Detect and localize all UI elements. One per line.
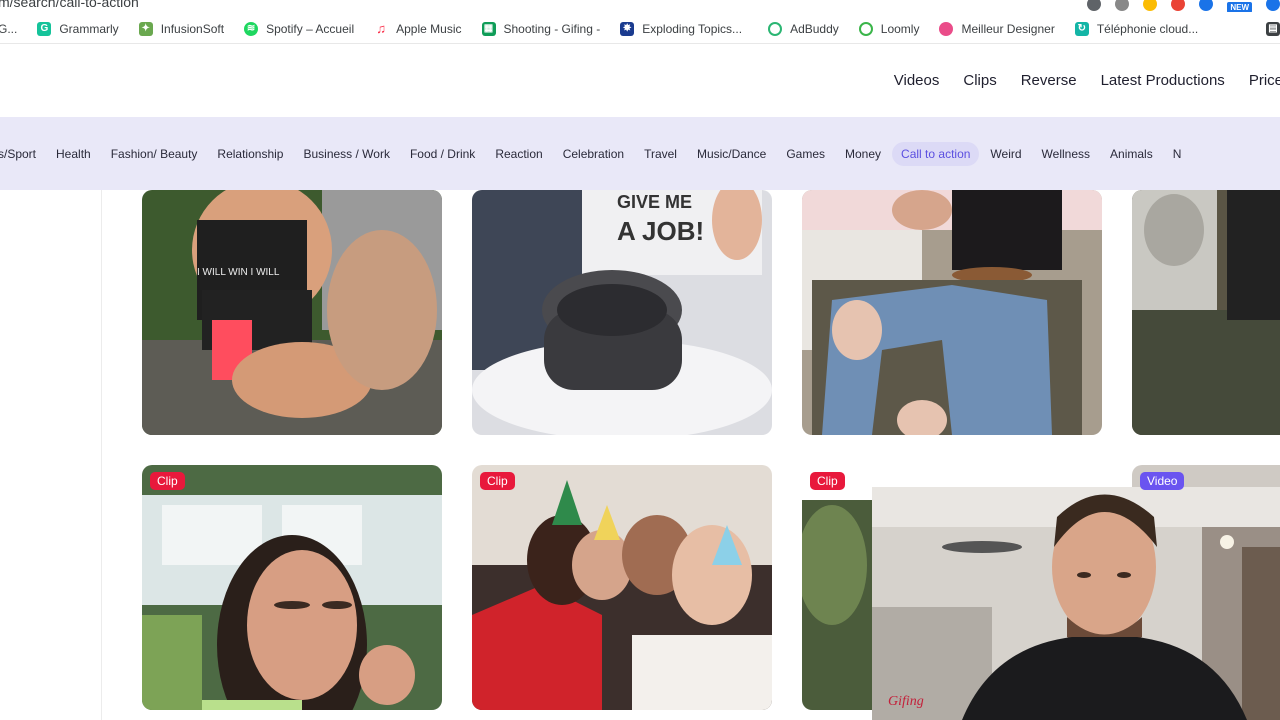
extension-icon[interactable] — [1171, 0, 1186, 11]
category-health[interactable]: Health — [47, 142, 100, 166]
category-music-dance[interactable]: Music/Dance — [688, 142, 775, 166]
sign-text: A JOB! — [617, 216, 704, 246]
overflow-bookmark-icon: ▤ — [1266, 21, 1280, 36]
category-travel[interactable]: Travel — [635, 142, 686, 166]
bookmark-item[interactable]: ✦ InfusionSoft — [129, 14, 234, 43]
url-text[interactable]: m/search/call-to-action — [0, 0, 139, 10]
clip-thumbnail — [802, 190, 1102, 435]
clip-card[interactable] — [802, 190, 1102, 435]
clip-thumbnail: I WILL WIN I WILL — [142, 190, 442, 435]
new-badge: NEW — [1227, 2, 1252, 12]
bookmark-label: Loomly — [880, 21, 920, 36]
bookmark-item[interactable]: ≋ Spotify – Accueil — [234, 14, 364, 43]
video-badge: Video — [1140, 472, 1185, 490]
clip-card[interactable]: Clip — [472, 465, 772, 710]
bookmark-item[interactable]: AdBuddy — [758, 14, 849, 43]
category-food-drink[interactable]: Food / Drink — [401, 142, 484, 166]
spotify-icon: ≋ — [244, 21, 259, 36]
webcam-overlay: Gifing — [872, 487, 1280, 720]
infusionsoft-icon: ✦ — [138, 21, 153, 36]
bookmark-label: Spotify – Accueil — [266, 21, 355, 36]
extension-icon[interactable] — [1143, 0, 1158, 11]
clip-badge: Clip — [150, 472, 185, 490]
category-games[interactable]: Games — [777, 142, 834, 166]
clip-card[interactable]: I WILL WIN I WILL — [142, 190, 442, 435]
key-icon[interactable] — [1087, 0, 1102, 11]
bookmark-item[interactable]: Meilleur Designer — [929, 14, 1064, 43]
category-business-work[interactable]: Business / Work — [294, 142, 398, 166]
bookmark-item[interactable]: Loomly — [849, 14, 930, 43]
category-fashion-beauty[interactable]: Fashion/ Beauty — [102, 142, 207, 166]
site-header: Videos Clips Reverse Latest Productions … — [0, 45, 1280, 117]
clip-card[interactable] — [1132, 190, 1280, 435]
extension-icon[interactable] — [1266, 0, 1280, 11]
nav-reverse[interactable]: Reverse — [1021, 72, 1077, 89]
clip-thumbnail — [1132, 190, 1280, 435]
loomly-icon — [858, 21, 873, 36]
bookmark-label: Shooting - Gifing - — [503, 21, 601, 36]
bookmark-item[interactable]: ▤ — [1256, 14, 1280, 43]
clip-card[interactable]: Clip — [142, 465, 442, 710]
sidebar-divider — [101, 190, 102, 720]
category-relationship[interactable]: Relationship — [208, 142, 292, 166]
nav-clips[interactable]: Clips — [963, 72, 996, 89]
bookmark-item[interactable]: ♫ Apple Music — [364, 14, 471, 43]
category-animals[interactable]: Animals — [1101, 142, 1162, 166]
bookmark-item[interactable]: G Grammarly — [27, 14, 128, 43]
clip-thumbnail — [472, 465, 772, 710]
category-wellness[interactable]: Wellness — [1033, 142, 1099, 166]
browser-extension-icons: NEW — [1087, 0, 1280, 12]
clip-thumbnail: GIVE ME A JOB! — [472, 190, 772, 435]
bookmark-label: InfusionSoft — [160, 21, 225, 36]
category-bar: s/Sport Health Fashion/ Beauty Relations… — [0, 117, 1280, 190]
bookmark-item[interactable]: ✸ Exploding Topics... — [610, 14, 752, 43]
sign-top-text: GIVE ME — [617, 192, 692, 212]
shirt-text: I WILL WIN I WILL — [197, 267, 280, 278]
category-sport[interactable]: s/Sport — [0, 142, 45, 166]
category-celebration[interactable]: Celebration — [554, 142, 633, 166]
bookmark-label: Grammarly — [59, 21, 119, 36]
star-icon[interactable] — [1115, 0, 1130, 11]
main-nav: Videos Clips Reverse Latest Productions … — [894, 72, 1280, 89]
bookmark-item[interactable]: G... — [0, 14, 27, 43]
clip-thumbnail — [142, 465, 442, 710]
clip-badge: Clip — [480, 472, 515, 490]
browser-url-bar[interactable]: m/search/call-to-action NEW — [0, 0, 1280, 12]
extension-icon[interactable] — [1199, 0, 1214, 11]
category-reaction[interactable]: Reaction — [486, 142, 551, 166]
bookmark-label: Meilleur Designer — [961, 21, 1055, 36]
nav-latest-productions[interactable]: Latest Productions — [1101, 72, 1225, 89]
webcam-feed — [872, 487, 1280, 720]
bookmark-label: G... — [0, 21, 18, 36]
category-weird[interactable]: Weird — [981, 142, 1030, 166]
nav-videos[interactable]: Videos — [894, 72, 940, 89]
clip-badge: Clip — [810, 472, 845, 490]
category-money[interactable]: Money — [836, 142, 890, 166]
cloud-phone-icon: ↻ — [1074, 21, 1089, 36]
dribbble-icon — [939, 21, 954, 36]
bookmark-item[interactable]: ▦ Shooting - Gifing - — [472, 14, 611, 43]
clip-card[interactable]: GIVE ME A JOB! — [472, 190, 772, 435]
nav-price[interactable]: Price — [1249, 72, 1280, 89]
bookmarks-bar: G... G Grammarly ✦ InfusionSoft ≋ Spotif… — [0, 14, 1280, 44]
adbuddy-icon — [768, 21, 783, 36]
sheets-icon: ▦ — [481, 21, 496, 36]
apple-music-icon: ♫ — [376, 21, 386, 36]
bookmark-label: AdBuddy — [790, 21, 839, 36]
category-call-to-action[interactable]: Call to action — [892, 141, 980, 166]
bookmark-label: Apple Music — [396, 21, 462, 36]
bookmark-label: Exploding Topics... — [642, 21, 743, 36]
bookmark-item[interactable]: ↻ Téléphonie cloud... — [1065, 14, 1208, 43]
bookmark-label: Téléphonie cloud... — [1096, 21, 1199, 36]
category-next[interactable]: N — [1164, 142, 1191, 166]
gifing-watermark: Gifing — [888, 694, 924, 709]
grammarly-icon: G — [37, 21, 52, 36]
exploding-topics-icon: ✸ — [620, 21, 635, 36]
